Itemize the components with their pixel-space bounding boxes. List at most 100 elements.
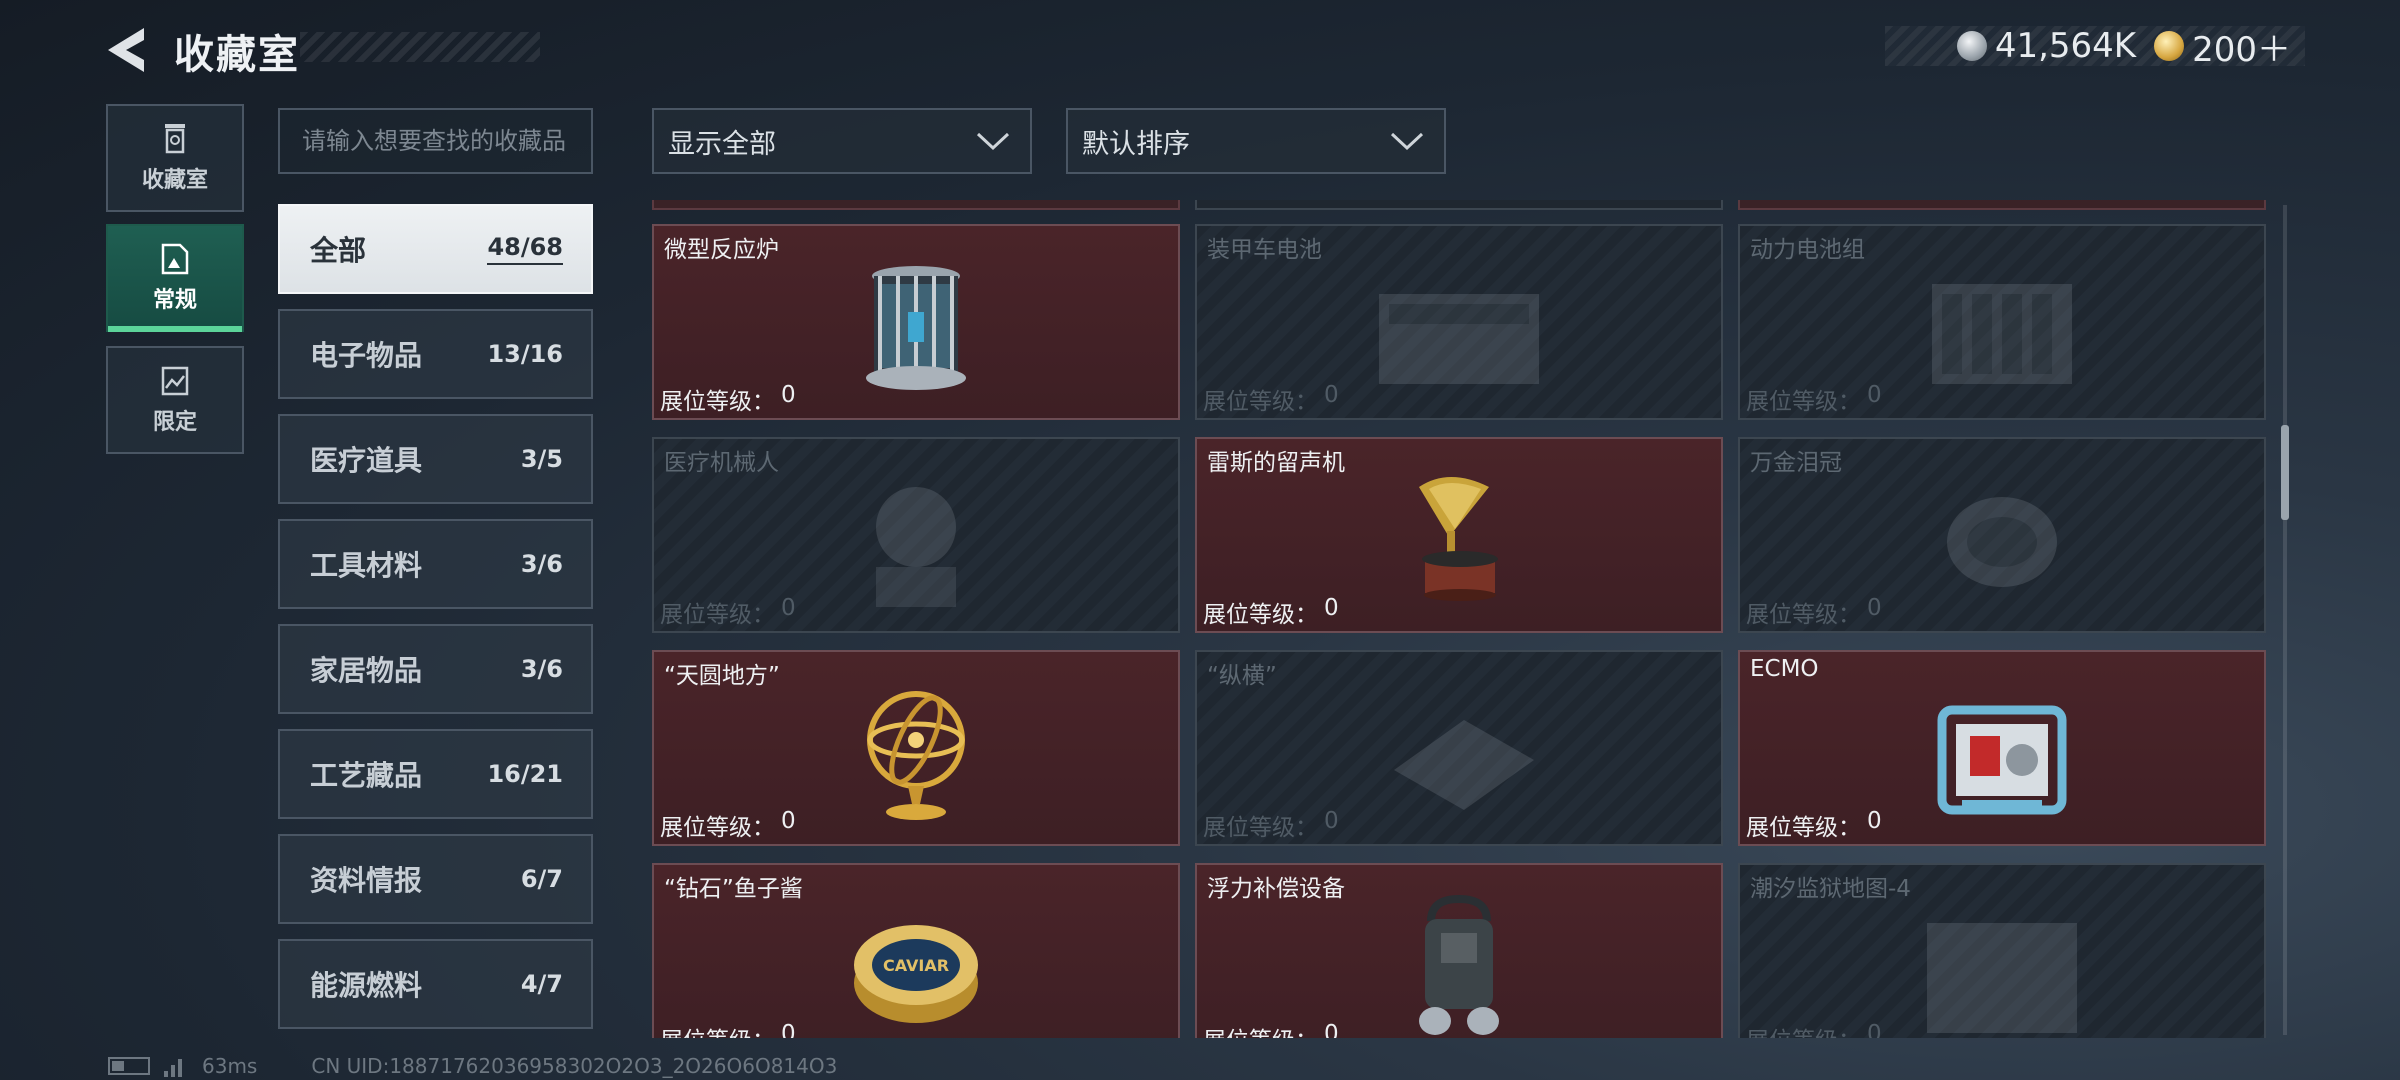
map-icon [1927, 923, 2077, 1033]
category-home[interactable]: 家居物品 3/6 [278, 624, 593, 714]
landscape-icon [161, 366, 189, 396]
booth-level: 展位等级：0 [660, 808, 796, 842]
collection-card[interactable]: “天圆地方” 展位等级： 0 [652, 650, 1180, 846]
silver-currency: 41,564K [1956, 26, 2137, 66]
booth-level: 展位等级：0 [1746, 595, 1882, 629]
chess-board-icon [1394, 720, 1534, 810]
dropdown-value: 默认排序 [1082, 128, 1190, 160]
sort-dropdown[interactable]: 默认排序 [1066, 108, 1446, 174]
tab-collection[interactable]: 收藏室 [106, 104, 244, 212]
gramophone-icon [1419, 477, 1498, 601]
tab-limited[interactable]: 限定 [106, 346, 244, 454]
category-crafts[interactable]: 工艺藏品 16/21 [278, 729, 593, 819]
category-name: 能源燃料 [310, 969, 423, 1002]
level-value: 0 [1867, 595, 1882, 621]
chevron-down-icon [976, 132, 1010, 151]
level-value: 0 [1867, 1021, 1882, 1038]
armored-battery-icon [1379, 294, 1539, 384]
back-arrow-icon[interactable] [104, 24, 148, 76]
category-name: 家居物品 [310, 654, 423, 687]
gold-coin-icon [2154, 31, 2185, 61]
armillary-sphere-icon [867, 691, 965, 820]
booth-level: 展位等级：0 [1203, 382, 1339, 416]
collection-grid: 微型反应炉 展位等级： 0 装甲车电池 展位等级： 0 动力电池组 展位等级： 0 医… [652, 200, 2272, 1038]
booth-level: 展位等级：0 [1203, 808, 1339, 842]
item-name: 微型反应炉 [664, 237, 779, 263]
item-name: 医疗机械人 [664, 450, 779, 476]
category-electronics[interactable]: 电子物品 13/16 [278, 309, 593, 399]
item-name: 浮力补偿设备 [1207, 876, 1345, 902]
level-value: 0 [781, 595, 796, 621]
item-name: “钻石”鱼子酱 [664, 876, 803, 902]
dropdown-value: 显示全部 [668, 128, 776, 160]
level-label: 展位等级： [660, 815, 775, 841]
item-name: 万金泪冠 [1750, 450, 1842, 476]
trash-bin-icon [165, 124, 185, 154]
collection-card[interactable]: 微型反应炉 展位等级： 0 [652, 224, 1180, 420]
item-name: 潮汐监狱地图-4 [1750, 876, 1911, 902]
level-value: 0 [1867, 808, 1882, 834]
level-label: 展位等级： [1746, 1021, 1861, 1038]
collection-card[interactable]: 万金泪冠 展位等级： 0 [1738, 437, 2266, 633]
category-name: 电子物品 [310, 339, 423, 372]
collection-card[interactable]: 浮力补偿设备 展位等级： 0 [1195, 863, 1723, 1038]
category-medical[interactable]: 医疗道具 3/5 [278, 414, 593, 504]
buoyancy-device-icon [1419, 894, 1499, 1035]
collection-card[interactable]: ECMO 展位等级： 0 [1738, 650, 2266, 846]
level-label: 展位等级： [1203, 602, 1318, 628]
tab-regular[interactable]: 常规 [106, 224, 244, 332]
title-decoration [300, 32, 540, 62]
caviar-label-text: CAVIAR [883, 956, 949, 975]
category-tools[interactable]: 工具材料 3/6 [278, 519, 593, 609]
booth-level: 展位等级：0 [660, 1021, 796, 1038]
crown-icon [1947, 497, 2057, 587]
silver-amount: 41,564K [1994, 26, 2137, 66]
booth-level: 展位等级： 0 [1746, 1021, 1882, 1038]
collection-card[interactable]: 装甲车电池 展位等级： 0 [1195, 224, 1723, 420]
category-fuel[interactable]: 能源燃料 4/7 [278, 939, 593, 1029]
level-value: 0 [1324, 382, 1339, 408]
booth-level: 展位等级：0 [1203, 595, 1339, 629]
level-label: 展位等级： [660, 1021, 775, 1038]
level-label: 展位等级： [660, 602, 775, 628]
tab-label: 常规 [152, 288, 197, 313]
item-name: 雷斯的留声机 [1207, 450, 1345, 476]
category-count: 3/6 [520, 550, 563, 578]
level-label: 展位等级： [1746, 602, 1861, 628]
collection-card[interactable]: 医疗机械人 展位等级： 0 [652, 437, 1180, 633]
grid-scrollbar[interactable] [2283, 205, 2287, 1035]
level-value: 0 [1867, 382, 1882, 408]
item-name: 动力电池组 [1750, 237, 1865, 263]
collection-card[interactable]: 动力电池组 展位等级： 0 [1738, 224, 2266, 420]
ping-text: 63ms [202, 1054, 258, 1078]
search-input[interactable] [278, 108, 593, 174]
level-value: 0 [1324, 1021, 1339, 1038]
category-intel[interactable]: 资料情报 6/7 [278, 834, 593, 924]
signal-icon [164, 1055, 182, 1077]
level-value: 0 [1324, 808, 1339, 834]
booth-level: 展位等级：0 [1746, 808, 1882, 842]
gold-currency[interactable]: 200＋ [2154, 22, 2291, 71]
collection-card[interactable]: “纵横” 展位等级： 0 [1195, 650, 1723, 846]
tab-label: 限定 [152, 410, 197, 435]
collection-card[interactable]: 潮汐监狱地图-4 展位等级： 0 [1738, 863, 2266, 1038]
image-frame-icon [161, 243, 189, 275]
card-peek [652, 200, 1180, 210]
caviar-tin-icon: CAVIAR [854, 925, 978, 1023]
micro-reactor-icon [866, 266, 966, 390]
card-peek [1195, 200, 1723, 210]
level-value: 0 [1324, 595, 1339, 621]
collection-card[interactable]: 雷斯的留声机 展位等级： 0 [1195, 437, 1723, 633]
level-label: 展位等级： [1746, 389, 1861, 415]
grid-scrollbar-thumb[interactable] [2281, 425, 2289, 520]
category-name: 全部 [310, 234, 367, 267]
category-all[interactable]: 全部 48/68 [278, 204, 593, 294]
category-name: 资料情报 [310, 864, 423, 897]
level-label: 展位等级： [660, 389, 775, 415]
booth-level: 展位等级：0 [1203, 1021, 1339, 1038]
item-name: “纵横” [1207, 663, 1277, 689]
page-title: 收藏室 [174, 32, 300, 78]
display-filter-dropdown[interactable]: 显示全部 [652, 108, 1032, 174]
collection-card[interactable]: “钻石”鱼子酱 CAVIAR 展位等级： 0 [652, 863, 1180, 1038]
category-count: 3/6 [520, 655, 563, 683]
